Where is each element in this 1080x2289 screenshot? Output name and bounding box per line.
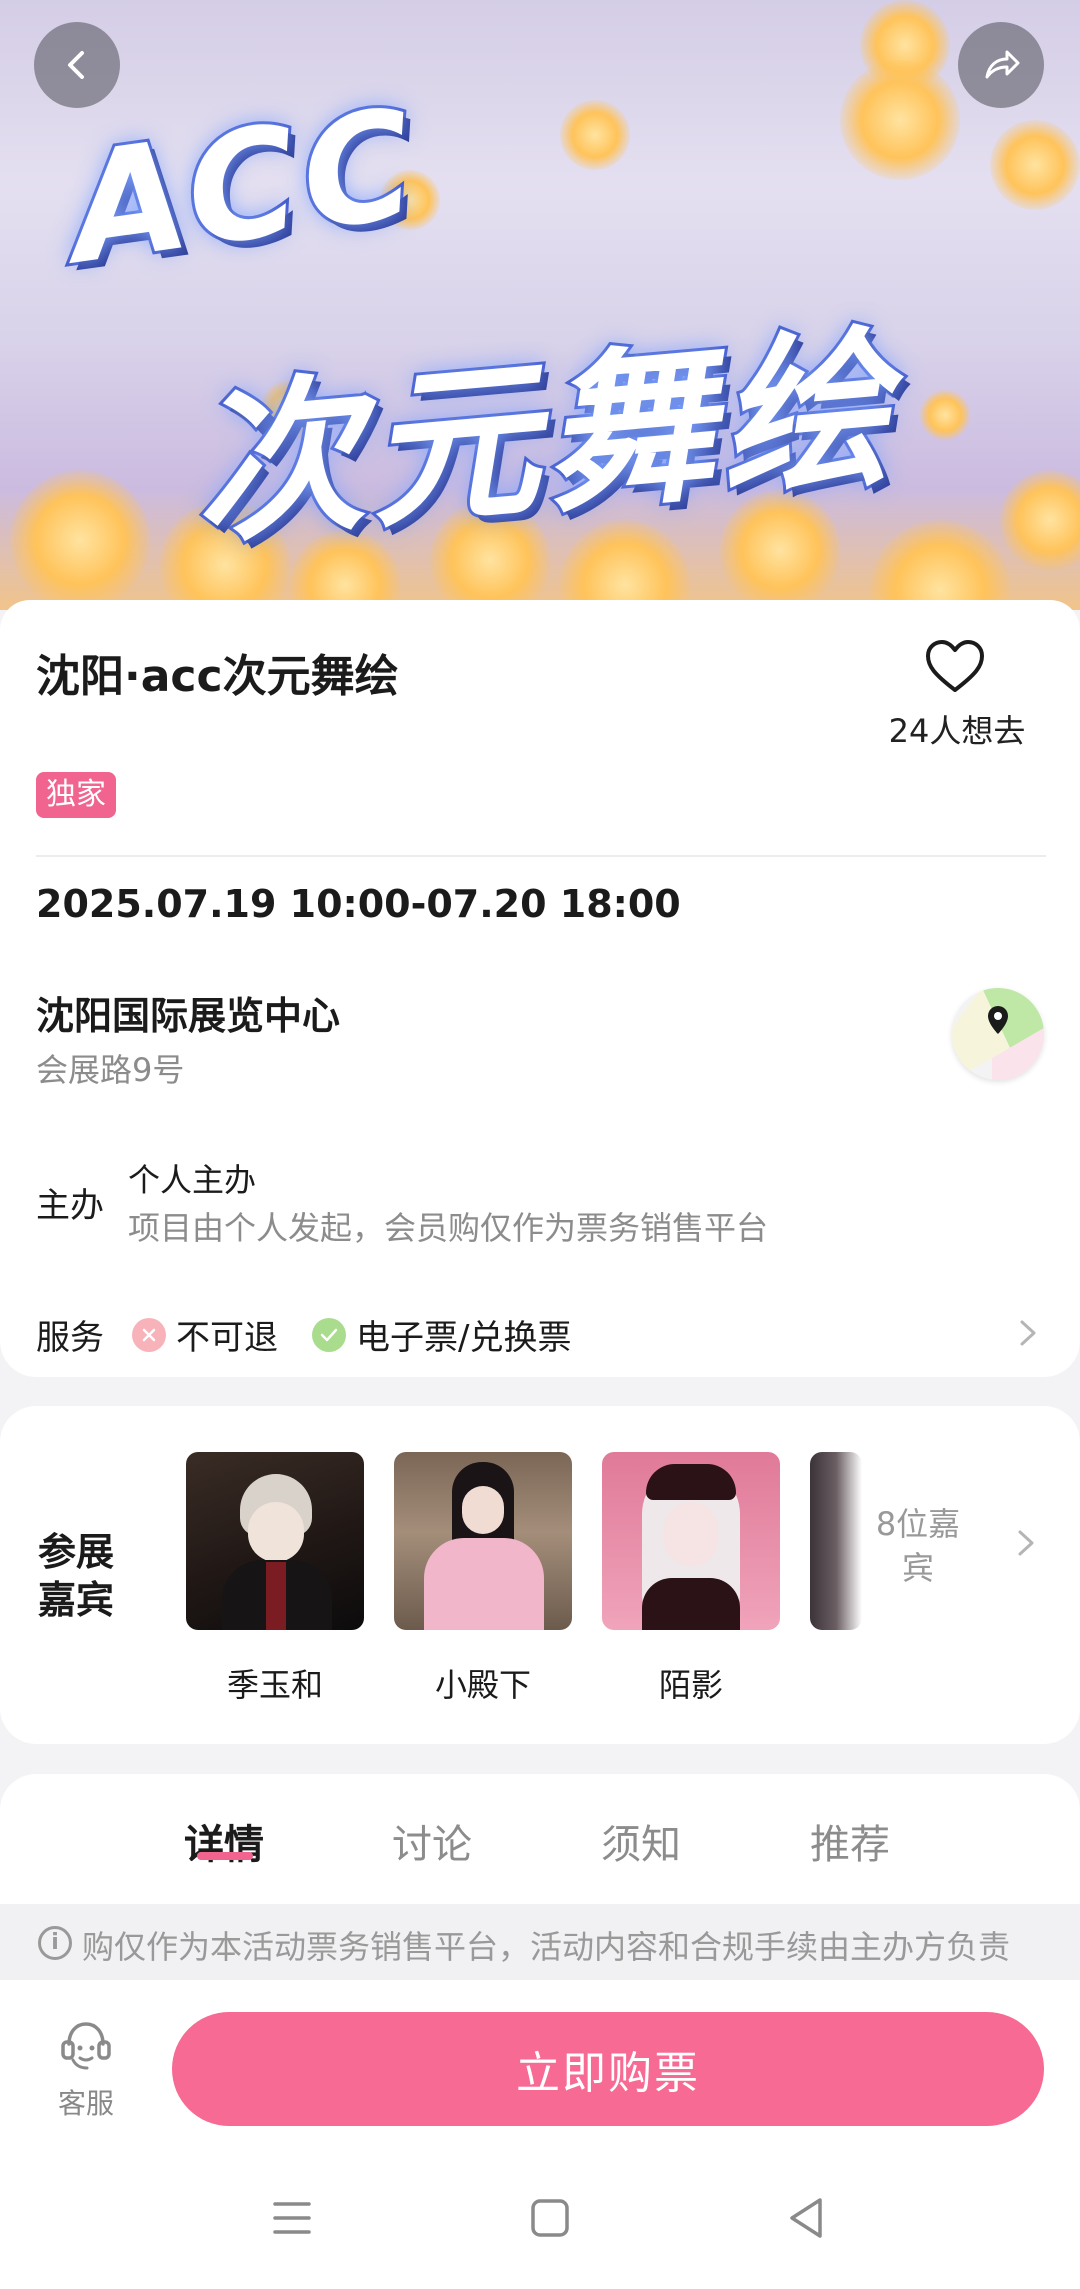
guest-item[interactable]: 陌影 (602, 1452, 780, 1704)
guest-avatar (602, 1452, 780, 1630)
share-button[interactable] (958, 22, 1044, 108)
share-icon (985, 50, 1020, 79)
event-title: 沈阳·acc次元舞绘 (36, 651, 399, 702)
guest-avatar (394, 1452, 572, 1630)
system-navigation-bar (0, 2148, 1080, 2289)
venue-name[interactable]: 沈阳国际展览中心 (36, 985, 340, 1040)
cross-icon (132, 1317, 166, 1352)
guest-item-partial[interactable] (810, 1452, 862, 1630)
customer-service-icon (61, 2022, 111, 2070)
customer-service-label: 客服 (57, 2087, 114, 2120)
service-text: 不可退 (176, 1318, 278, 1358)
exclusive-badge: 独家 (36, 772, 116, 818)
heart-icon (926, 640, 984, 692)
notice-text: 购仅作为本活动票务销售平台，活动内容和合规手续由主办方负责 (82, 1928, 1011, 1966)
service-e-ticket: 电子票/兑换票 (312, 1310, 571, 1359)
guest-name: 季玉和 (226, 1666, 323, 1704)
organizer-description: 项目由个人发起，会员购仅作为票务销售平台 (128, 1209, 769, 1247)
map-icon (952, 988, 1044, 1080)
event-banner: ACC 次元舞绘 (0, 0, 1080, 610)
service-text: 电子票/兑换票 (356, 1318, 572, 1358)
guest-avatar (186, 1452, 364, 1630)
tab-notice[interactable]: 须知 (601, 1812, 681, 1870)
event-datetime: 2025.07.19 10:00-07.20 18:00 (36, 882, 681, 926)
menu-icon[interactable] (272, 2198, 312, 2238)
service-non-refundable: 不可退 (132, 1310, 278, 1359)
home-icon[interactable] (530, 2198, 570, 2238)
venue-address: 会展路9号 (36, 1051, 185, 1089)
guests-chevron-right-icon[interactable] (1014, 1528, 1038, 1558)
map-button[interactable] (952, 988, 1044, 1080)
services-chevron-right-icon[interactable] (1016, 1318, 1040, 1348)
services-label: 服务 (36, 1318, 104, 1358)
organizer-name: 个人主办 (128, 1161, 257, 1199)
divider (36, 855, 1046, 857)
check-icon (312, 1317, 346, 1352)
more-guests-count[interactable]: 8位嘉宾 (870, 1502, 966, 1590)
guests-label: 参展嘉宾 (38, 1530, 115, 1622)
guest-item[interactable]: 季玉和 (186, 1452, 364, 1704)
favorite-count: 24人想去 (888, 712, 1026, 750)
guest-name: 小殿下 (434, 1666, 531, 1704)
customer-service-button[interactable]: 客服 (40, 2018, 132, 2122)
tabs-card (0, 1774, 1080, 1904)
favorite-button[interactable] (880, 638, 1030, 698)
buy-ticket-button[interactable]: 立即购票 (172, 2012, 1044, 2126)
organizer-label: 主办 (36, 1186, 104, 1226)
guest-avatar (810, 1452, 862, 1630)
info-icon: i (38, 1926, 72, 1960)
guest-name: 陌影 (658, 1666, 723, 1704)
tab-recommend[interactable]: 推荐 (810, 1812, 890, 1870)
tab-discussion[interactable]: 讨论 (392, 1812, 472, 1870)
back-arrow-icon (68, 51, 84, 79)
back-button[interactable] (34, 22, 120, 108)
banner-title-latin: ACC (57, 74, 433, 301)
guest-item[interactable]: 小殿下 (394, 1452, 572, 1704)
platform-notice: i 购仅作为本活动票务销售平台，活动内容和合规手续由主办方负责 (0, 1904, 1080, 1980)
back-triangle-icon[interactable] (786, 2196, 826, 2240)
active-tab-indicator (197, 1852, 253, 1860)
tab-details[interactable]: 详情 (184, 1812, 264, 1870)
